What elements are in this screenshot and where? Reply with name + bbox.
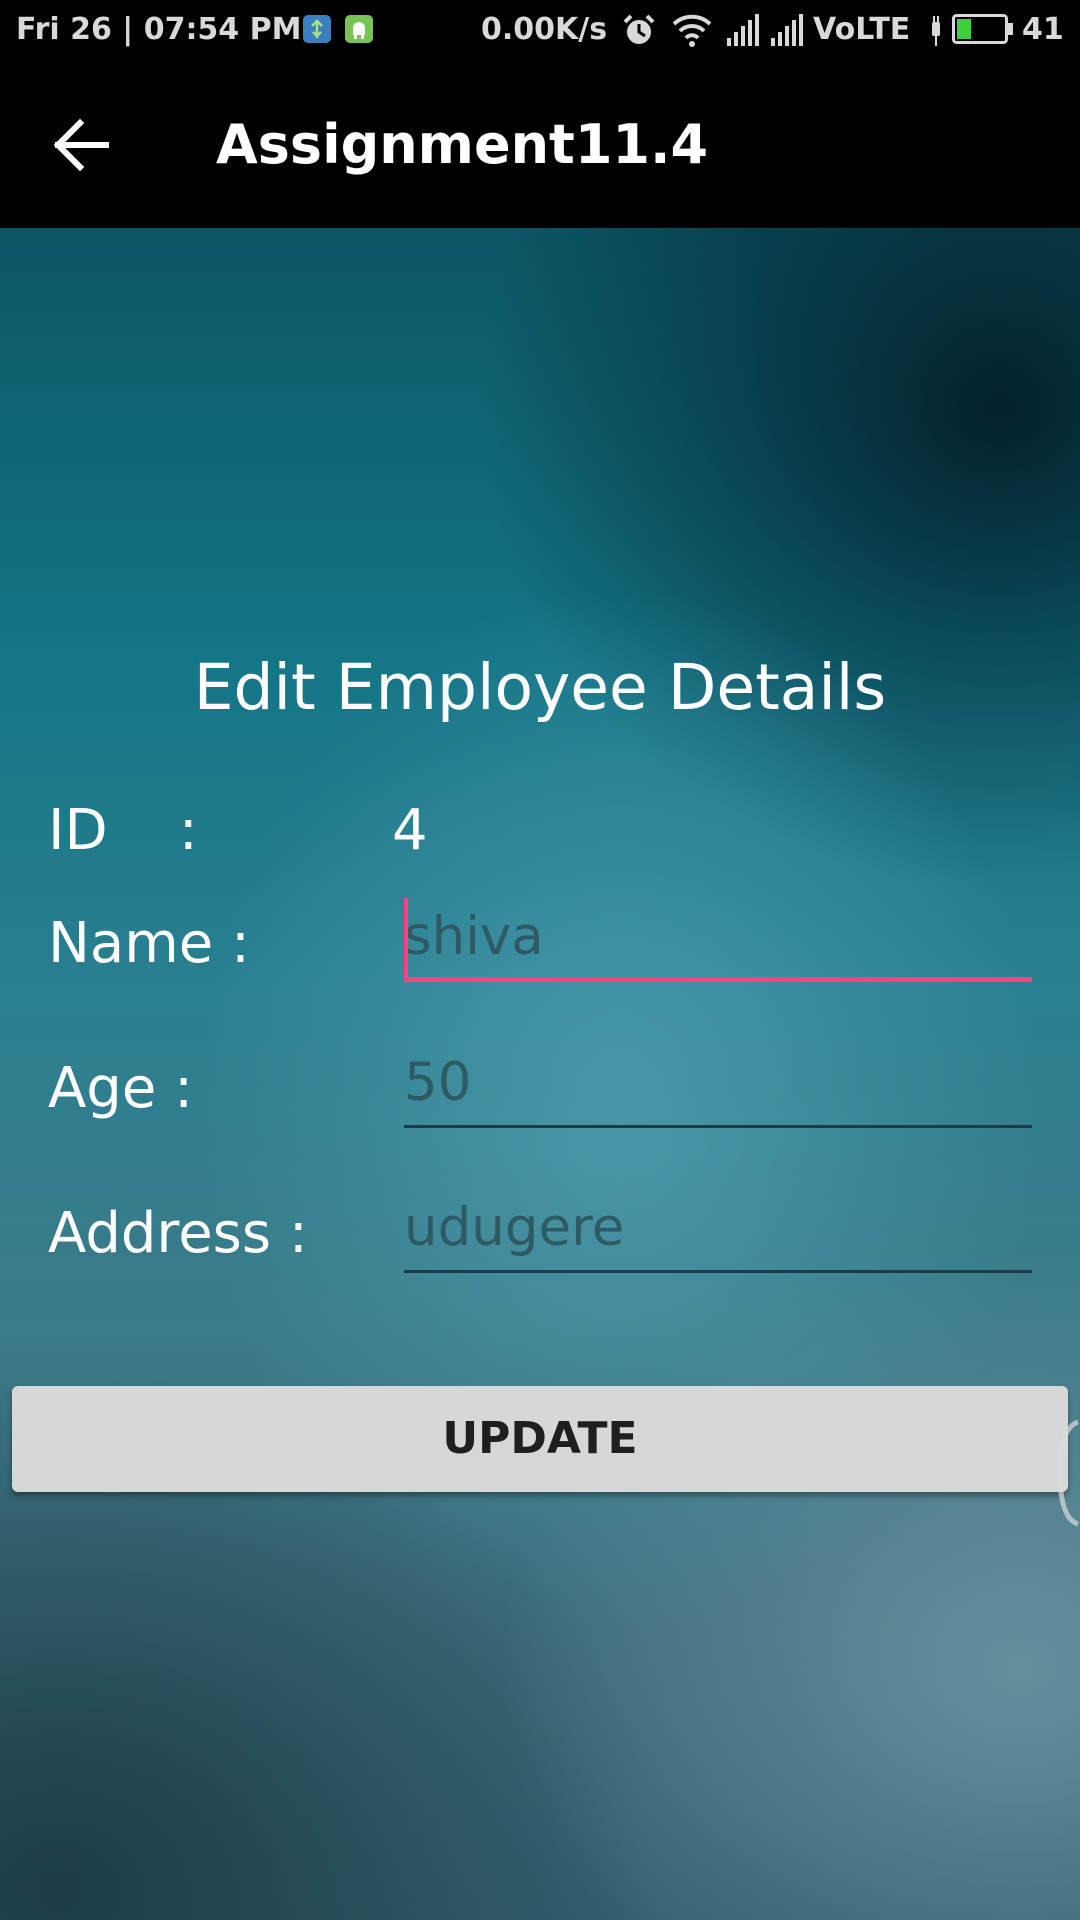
id-label: ID : [48,798,198,863]
android-notification-icon [345,15,373,43]
name-field-underline [404,977,1032,982]
wifi-icon [672,14,712,47]
age-field[interactable] [404,1044,1032,1128]
age-label: Age : [48,1056,193,1121]
name-label: Name : [48,911,250,976]
app-bar: Assignment11.4 [0,60,1080,228]
address-label: Address : [48,1201,308,1266]
edge-scroll-handle[interactable] [1052,1418,1080,1528]
app-title: Assignment11.4 [216,113,709,176]
arrow-back-icon [53,118,109,172]
id-value: 4 [392,798,428,863]
update-button[interactable]: UPDATE [12,1386,1068,1492]
address-field[interactable] [404,1189,1032,1273]
name-input[interactable] [404,898,1032,974]
app-screen: Fri 26 | 07:54 PM 0.00K/s VoLTE 41 Assig… [0,0,1080,1920]
age-input[interactable] [404,1044,1032,1120]
content-area: Edit Employee Details ID : 4 Name : Age … [0,228,1080,1920]
alarm-icon [623,14,655,44]
signal-icon [771,14,803,46]
signal-icon [727,14,759,46]
address-field-underline [404,1270,1032,1273]
battery-icon [952,14,1014,44]
text-caret [404,898,408,982]
name-field[interactable] [404,898,1032,982]
status-datetime: Fri 26 | 07:54 PM [16,12,302,47]
form-title: Edit Employee Details [193,651,887,724]
status-bar: Fri 26 | 07:54 PM 0.00K/s VoLTE 41 [0,0,1080,60]
charging-icon [932,16,940,46]
age-field-underline [404,1125,1032,1128]
battery-level: 41 [1022,12,1064,47]
net-speed: 0.00K/s [481,12,608,47]
back-button[interactable] [44,110,124,180]
usb-notification-icon [303,15,331,43]
network-type: VoLTE [813,12,911,47]
address-input[interactable] [404,1189,1032,1265]
